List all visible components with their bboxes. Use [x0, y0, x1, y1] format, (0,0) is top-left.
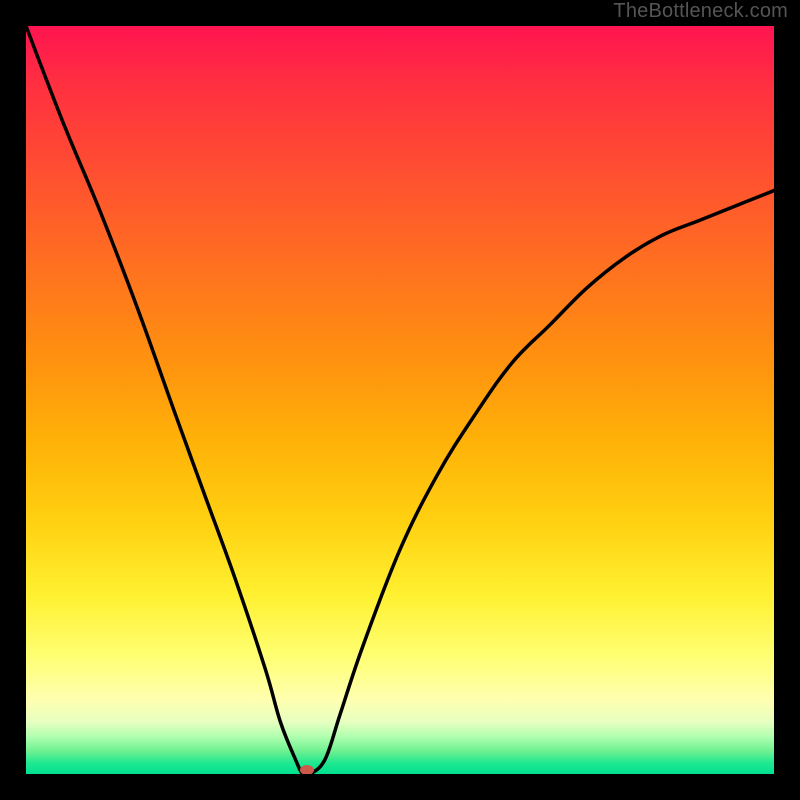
curve-svg — [26, 26, 774, 774]
plot-area — [26, 26, 774, 774]
chart-frame: TheBottleneck.com — [0, 0, 800, 800]
watermark-text: TheBottleneck.com — [613, 0, 788, 23]
minimum-marker — [300, 765, 314, 774]
curve-path — [26, 26, 774, 774]
